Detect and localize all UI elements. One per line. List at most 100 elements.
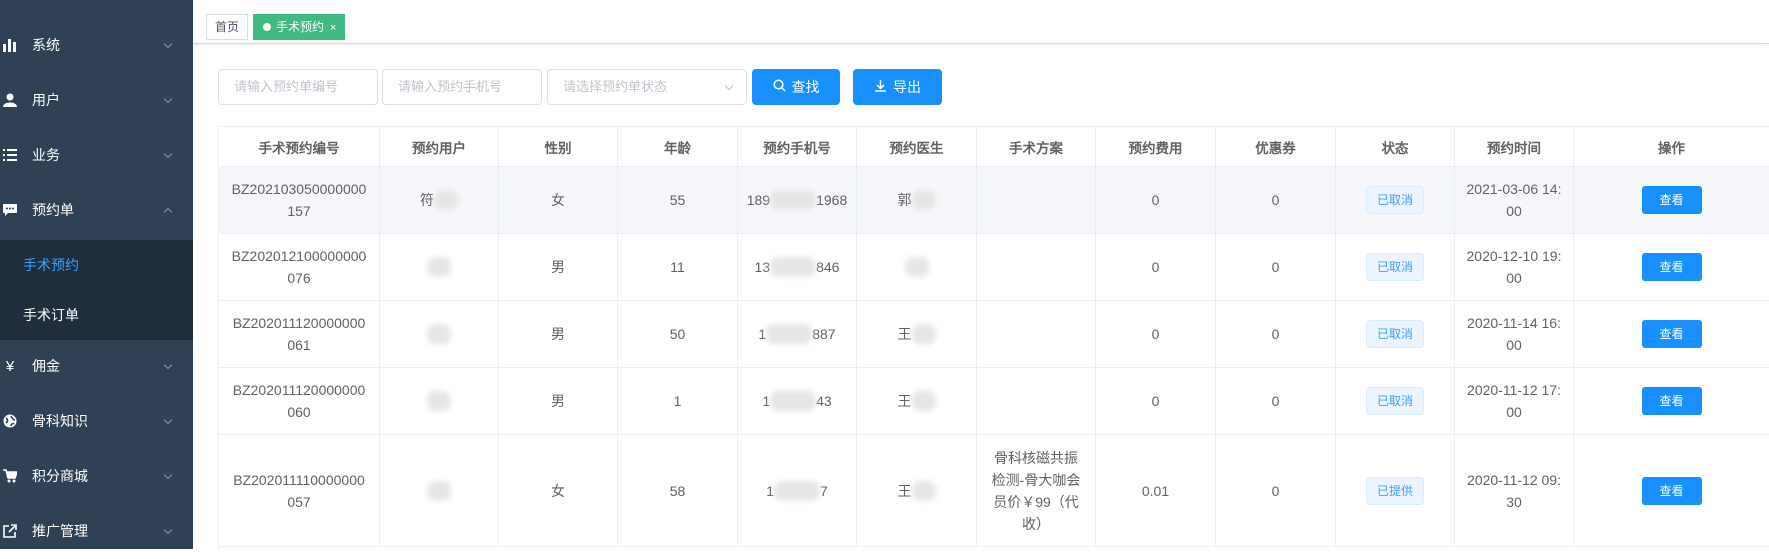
view-button[interactable]: 查看 (1641, 320, 1702, 348)
export-button[interactable]: 导出 (853, 69, 942, 105)
table-cell: BZ202012100000000 076 (219, 234, 380, 301)
appointment-time-line1: 2020-11-12 17: (1467, 382, 1561, 398)
sidebar-item-label: 预约单 (32, 202, 74, 218)
appointment-time-line1: 2021-03-06 14: (1466, 181, 1562, 197)
table-cell: BZ202011110000000 057 (219, 435, 380, 547)
globe-icon (2, 413, 18, 429)
phone-suffix: 7 (820, 482, 828, 499)
view-button[interactable]: 查看 (1641, 387, 1702, 415)
table-cell: 17 (738, 435, 857, 547)
sidebar-item-promotion[interactable]: 推广管理 (0, 503, 193, 559)
table-cell: BZ202103050000000 157 (219, 167, 380, 234)
table-cell: BZ202011120000000 060 (219, 368, 380, 435)
order-no-line2: 061 (287, 337, 311, 353)
appointment-time-line2: 00 (1506, 404, 1522, 420)
table-cell: BZ202011120000000 061 (219, 301, 380, 368)
order-no-line1: BZ202011110000000 (233, 471, 365, 488)
column-header: 优惠券 (1216, 127, 1336, 167)
status-badge: 已取消 (1365, 186, 1424, 214)
table-cell (380, 301, 499, 368)
table-cell: 符 (380, 167, 499, 234)
user-icon (2, 92, 18, 108)
table-cell: 女 (499, 167, 618, 234)
user-name: 符 (420, 192, 434, 208)
sidebar-item-points-mall[interactable]: 积分商城 (0, 448, 193, 504)
privacy-blur (427, 391, 451, 411)
search-button[interactable]: 查找 (752, 69, 840, 105)
table-cell (380, 435, 499, 547)
sidebar-item-appointment[interactable]: 预约单 (0, 182, 193, 238)
sidebar-item-knowledge[interactable]: 骨科知识 (0, 393, 193, 449)
chevron-down-icon (163, 470, 173, 480)
status-badge: 已提供 (1365, 476, 1424, 505)
view-button[interactable]: 查看 (1641, 476, 1702, 505)
search-button-label: 查找 (791, 79, 820, 95)
status-select-placeholder: 请选择预约单状态 (563, 79, 668, 94)
table-cell: 0 (1216, 167, 1336, 234)
tag-surgery-appointment[interactable]: 手术预约 × (253, 14, 346, 40)
sidebar-subitem-surgery-appointment[interactable]: 手术预约 (0, 240, 193, 290)
privacy-blur (427, 324, 451, 344)
view-button[interactable]: 查看 (1641, 253, 1702, 281)
table-cell: 王 (857, 368, 977, 435)
privacy-blur (770, 391, 817, 411)
appointment-time-line1: 2020-11-14 16: (1467, 315, 1561, 331)
table-cell: 189 1968 (738, 167, 857, 234)
table-cell (977, 167, 1096, 234)
sidebar-subitem-surgery-order[interactable]: 手术订单 (0, 290, 193, 340)
table-cell: 0 (1096, 301, 1216, 368)
table-cell: 11 (618, 234, 738, 301)
download-icon (874, 79, 887, 95)
phone-prefix: 1 (762, 393, 771, 409)
table-cell: 1 43 (738, 368, 857, 435)
phone-suffix: 887 (812, 326, 836, 342)
submenu-appointment: 手术预约 手术订单 (0, 240, 193, 340)
table-cell: 2021-03-06 14: 00 (1455, 167, 1574, 234)
view-button[interactable]: 查看 (1641, 186, 1702, 214)
phone-suffix: 43 (816, 393, 832, 409)
table-row: BZ202012100000000 076 男 11 13 846 0 0 已取消 2020-12… (219, 234, 1769, 301)
close-icon[interactable]: × (330, 22, 336, 34)
sidebar-item-commission[interactable]: ¥ 佣金 (0, 338, 193, 394)
sidebar: 系统 用户 业务 预约单 手术预约 手术订单 ¥ 佣金 骨科知识 积分商城 推广… (0, 0, 193, 549)
table-cell: 查看 (1574, 368, 1769, 435)
appointment-time-line2: 00 (1506, 203, 1522, 219)
privacy-blur (427, 480, 451, 501)
column-header: 性别 (499, 127, 618, 167)
table-cell: 0 (1216, 301, 1336, 368)
table-row: BZ202011110000000 057 女 58 1 7 王骨科核磁共振检测-骨大咖会员… (219, 435, 1769, 547)
table-cell: 查看 (1574, 167, 1769, 234)
search-icon (772, 79, 786, 95)
column-header: 预约医生 (857, 127, 977, 167)
order-no-line2: 060 (287, 404, 311, 420)
table-cell: 已提供 (1336, 435, 1455, 547)
sidebar-item-user[interactable]: 用户 (0, 72, 193, 128)
order-no-line1: BZ202103050000000 (231, 181, 367, 197)
column-header: 预约费用 (1096, 127, 1216, 167)
sidebar-item-system[interactable]: 系统 (0, 17, 193, 73)
privacy-blur (911, 391, 936, 411)
column-header: 预约手机号 (738, 127, 857, 167)
appointment-time-line2: 00 (1506, 337, 1522, 353)
order-no-input[interactable]: 请输入预约单编号 (218, 69, 378, 105)
sidebar-item-label: 推广管理 (32, 523, 88, 539)
table-cell: 已取消 (1336, 301, 1455, 368)
external-link-icon (2, 523, 18, 539)
table-cell: 王 (857, 435, 977, 547)
export-button-label: 导出 (893, 79, 921, 95)
phone-prefix: 13 (754, 259, 771, 275)
table-cell: 已取消 (1336, 368, 1455, 435)
table-cell: 0 (1216, 435, 1336, 547)
cart-icon (2, 468, 18, 484)
table-cell: 已取消 (1336, 167, 1455, 234)
tag-home[interactable]: 首页 (206, 14, 249, 40)
appointment-time-line1: 2020-11-12 09: (1467, 471, 1561, 488)
order-no-line2: 057 (287, 493, 311, 510)
table-cell: 骨科核磁共振检测-骨大咖会员价￥99（代收） (977, 435, 1096, 547)
appointment-table: 手术预约编号 预约用户 性别 年龄 预约手机号 预约医生 手术方案 预约费用 优惠券 状态 预约时间… (218, 126, 1769, 549)
sidebar-item-business[interactable]: 业务 (0, 127, 193, 183)
sidebar-item-label: 系统 (32, 37, 60, 53)
column-header: 状态 (1336, 127, 1455, 167)
phone-input[interactable]: 请输入预约手机号 (382, 69, 542, 105)
status-select[interactable]: 请选择预约单状态 (547, 69, 747, 105)
